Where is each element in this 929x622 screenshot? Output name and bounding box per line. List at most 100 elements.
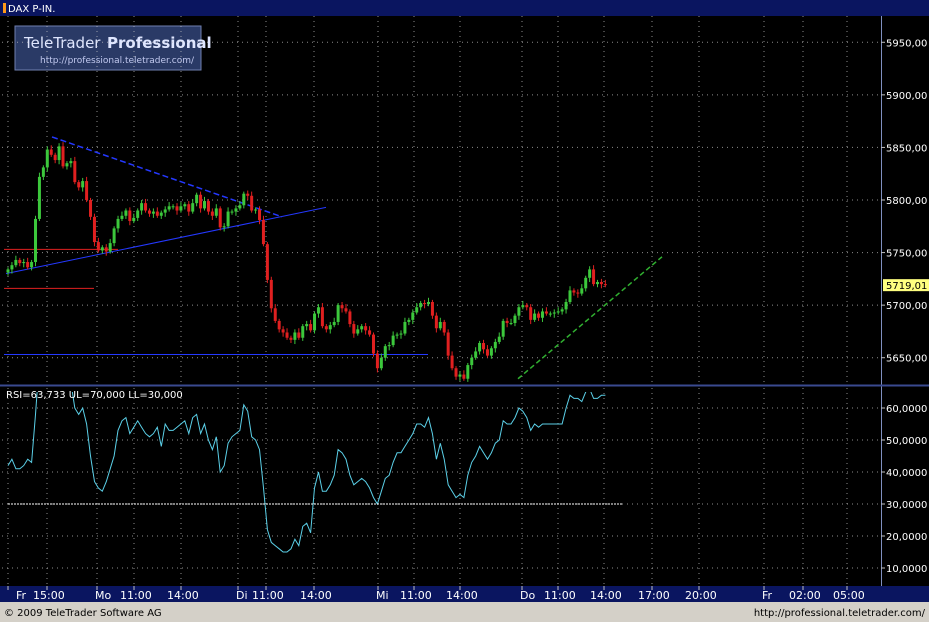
- candle: [371, 332, 375, 357]
- candle-body: [210, 211, 214, 216]
- candle-body: [360, 326, 364, 330]
- candle-body: [352, 324, 356, 334]
- candle-body: [179, 206, 183, 211]
- candle-body: [258, 209, 262, 220]
- candle: [34, 215, 38, 267]
- candle-body: [379, 357, 383, 369]
- candle-body: [478, 342, 482, 352]
- candle-body: [368, 330, 372, 335]
- footer-url: http://professional.teletrader.com/: [754, 608, 926, 619]
- candle-body: [277, 320, 281, 330]
- candle-body: [419, 303, 423, 308]
- candle-body: [525, 305, 529, 308]
- candle-body: [92, 216, 96, 243]
- time-tick-label: 15:00: [33, 589, 65, 602]
- rsi-tick-label: 20,0000: [886, 532, 927, 543]
- candle-body: [383, 346, 387, 358]
- candle-body: [470, 357, 474, 366]
- candle-body: [599, 282, 603, 285]
- candle-body: [6, 269, 10, 273]
- candle-body: [37, 176, 41, 219]
- candle-body: [521, 305, 525, 308]
- candle-body: [159, 212, 163, 216]
- candle-body: [269, 279, 273, 309]
- candle-body: [513, 315, 517, 324]
- candle-body: [195, 194, 199, 204]
- rsi-tick-label: 10,0000: [886, 564, 927, 575]
- price-tick-label: 5650,00: [886, 354, 927, 365]
- candle-body: [132, 217, 136, 222]
- candle: [37, 172, 41, 222]
- candle-body: [238, 205, 242, 209]
- candle-body: [34, 218, 38, 263]
- rsi-tick-label: 50,0000: [886, 436, 927, 447]
- candle-body: [104, 247, 108, 252]
- candle-body: [112, 228, 116, 244]
- price-tick-label: 5800,00: [886, 196, 927, 207]
- candle-body: [85, 181, 89, 200]
- dax-chart: DAX P-IN. TeleTrader Professional http:/…: [0, 0, 929, 622]
- candle-body: [61, 146, 65, 167]
- candle-body: [81, 181, 85, 188]
- candle-body: [309, 324, 313, 331]
- candle-body: [391, 335, 395, 346]
- candle-body: [560, 309, 564, 312]
- time-tick-label: 11:00: [252, 589, 284, 602]
- candle-body: [163, 209, 167, 213]
- candle-body: [26, 262, 30, 268]
- candle-body: [371, 334, 375, 354]
- candle: [265, 242, 269, 284]
- candle-body: [69, 161, 73, 164]
- candle-body: [41, 167, 45, 177]
- candle-body: [474, 351, 478, 358]
- candle-body: [501, 320, 505, 337]
- candle-body: [206, 201, 210, 212]
- candle-body: [218, 208, 222, 228]
- candle-body: [564, 301, 568, 310]
- candle-body: [281, 329, 285, 333]
- candle-body: [442, 321, 446, 333]
- candle-body: [293, 332, 297, 340]
- candle-body: [493, 341, 497, 349]
- candle-body: [171, 206, 175, 208]
- candle-body: [285, 332, 289, 338]
- candle-body: [489, 348, 493, 356]
- candle-body: [222, 226, 226, 228]
- candle-body: [140, 203, 144, 211]
- logo-brand: TeleTrader: [23, 34, 101, 52]
- candle-body: [187, 204, 191, 212]
- candle-body: [89, 200, 93, 217]
- candle: [336, 303, 340, 326]
- candle-body: [305, 324, 309, 327]
- candle-body: [297, 332, 301, 338]
- candle-body: [588, 269, 592, 278]
- candle-body: [356, 329, 360, 334]
- candle-body: [175, 206, 179, 211]
- candle-body: [485, 349, 489, 356]
- time-tick-label: 02:00: [789, 589, 821, 602]
- symbol-color-marker: [3, 3, 6, 13]
- time-tick-label: 14:00: [590, 589, 622, 602]
- candle-body: [399, 333, 403, 335]
- teletrader-logo: TeleTrader Professional http://professio…: [14, 25, 212, 71]
- price-tick-label: 5700,00: [886, 301, 927, 312]
- time-tick-label: 14:00: [300, 589, 332, 602]
- candle-body: [136, 210, 140, 218]
- candle-body: [191, 203, 195, 212]
- price-tick-label: 5950,00: [886, 38, 927, 49]
- candle-body: [596, 282, 599, 285]
- candle-body: [234, 208, 238, 212]
- header-bar: [0, 0, 929, 16]
- time-tick-label: 14:00: [446, 589, 478, 602]
- candle-body: [289, 337, 293, 340]
- price-tick-label: 5900,00: [886, 91, 927, 102]
- candle-body: [576, 292, 580, 294]
- candle-body: [458, 374, 462, 377]
- rsi-tick-label: 30,0000: [886, 500, 927, 511]
- candle-body: [482, 342, 486, 350]
- candle-body: [128, 210, 132, 222]
- candle-body: [537, 313, 541, 318]
- candle-body: [324, 326, 328, 330]
- time-tick-label: Fr: [16, 589, 27, 602]
- symbol-title: DAX P-IN.: [8, 4, 55, 15]
